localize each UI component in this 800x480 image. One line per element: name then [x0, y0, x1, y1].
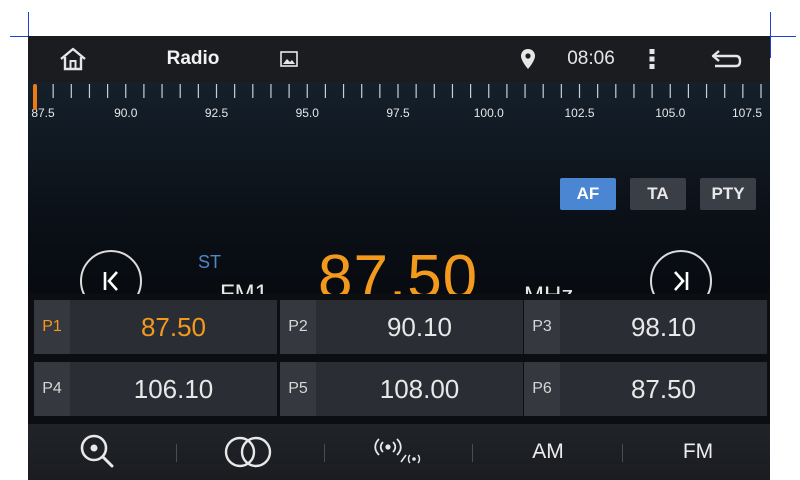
scale-label: 107.5	[731, 106, 763, 120]
stereo-button[interactable]	[208, 424, 288, 480]
tuner-panel: 87.5 90.0 92.5 95.0 97.5 100.0 102.5 105.0 107.5…	[28, 82, 770, 312]
separator	[472, 444, 473, 462]
radio-screen: Radio 08:06 87.5 90.0 92.5 95.0 97.5 100…	[28, 36, 770, 480]
scale-ticks	[34, 84, 762, 98]
preset-tag: P2	[280, 300, 316, 354]
separator	[176, 444, 177, 462]
scale-label: 92.5	[204, 106, 229, 120]
location-pin-icon	[521, 49, 535, 69]
bottom-bar: AM FM	[28, 424, 770, 480]
more-vert-icon	[649, 49, 655, 69]
preset-tag: P6	[524, 362, 560, 416]
status-bar: Radio 08:06	[28, 36, 770, 82]
toggle-pty-button[interactable]: PTY	[700, 178, 756, 210]
scale-label: 97.5	[386, 106, 410, 120]
scale-label: 105.0	[655, 106, 686, 120]
search-scan-icon	[80, 434, 114, 468]
page-title: Radio	[166, 48, 220, 69]
preset-p2-button[interactable]: P2 90.10	[280, 300, 523, 354]
back-button[interactable]	[704, 36, 748, 82]
preset-frequency: 87.50	[140, 311, 207, 342]
preset-tag: P5	[280, 362, 316, 416]
fm-label: FM	[682, 440, 714, 463]
gallery-button[interactable]	[276, 36, 302, 82]
location-indicator	[516, 36, 540, 82]
preset-p5-button[interactable]: P5 108.00	[280, 362, 523, 416]
clock: 08:06	[567, 48, 615, 69]
toggle-ta-button[interactable]: TA	[630, 178, 686, 210]
frequency-scale[interactable]: 87.5 90.0 92.5 95.0 97.5 100.0 102.5 105.0 107.5	[28, 82, 770, 162]
toggle-af-button[interactable]: AF	[560, 178, 616, 210]
preset-tag: P3	[524, 300, 560, 354]
preset-grid: P1 87.50 P2 90.10 P3 98.10 P4 106.10 P5 108.00 P6 8…	[28, 294, 770, 424]
stereo-icon	[224, 436, 272, 468]
am-button[interactable]: AM	[508, 424, 588, 480]
fm-button[interactable]: FM	[658, 424, 738, 480]
home-icon	[60, 47, 86, 71]
scale-label: 100.0	[473, 106, 504, 120]
home-button[interactable]	[50, 36, 96, 82]
image-icon	[280, 51, 298, 67]
preset-frequency: 87.50	[630, 373, 697, 404]
preset-frequency: 90.10	[386, 311, 453, 342]
preset-p3-button[interactable]: P3 98.10	[524, 300, 767, 354]
preset-frequency: 106.10	[133, 373, 214, 404]
preset-p6-button[interactable]: P6 87.50	[524, 362, 767, 416]
preset-frequency: 98.10	[630, 311, 697, 342]
scale-label: 102.5	[564, 106, 595, 120]
preset-p4-button[interactable]: P4 106.10	[34, 362, 277, 416]
menu-button[interactable]	[642, 36, 662, 82]
preset-tag: P1	[34, 300, 70, 354]
stereo-indicator: ST	[198, 252, 222, 272]
scale-label: 90.0	[114, 106, 138, 120]
preset-tag: P4	[34, 362, 70, 416]
tuning-needle[interactable]	[33, 84, 37, 110]
preset-frequency: 108.00	[379, 373, 460, 404]
preset-p1-button[interactable]: P1 87.50	[34, 300, 277, 354]
scale-label: 95.0	[295, 106, 319, 120]
back-icon	[711, 50, 742, 68]
separator	[622, 444, 623, 462]
skip-next-icon	[674, 271, 689, 291]
corner-mark-right-v	[770, 12, 771, 58]
rds-signal-icon	[374, 438, 421, 464]
skip-previous-icon	[103, 271, 118, 291]
am-label: AM	[532, 440, 564, 463]
separator	[324, 444, 325, 462]
rds-button[interactable]	[360, 424, 440, 480]
scan-button[interactable]	[58, 424, 138, 480]
